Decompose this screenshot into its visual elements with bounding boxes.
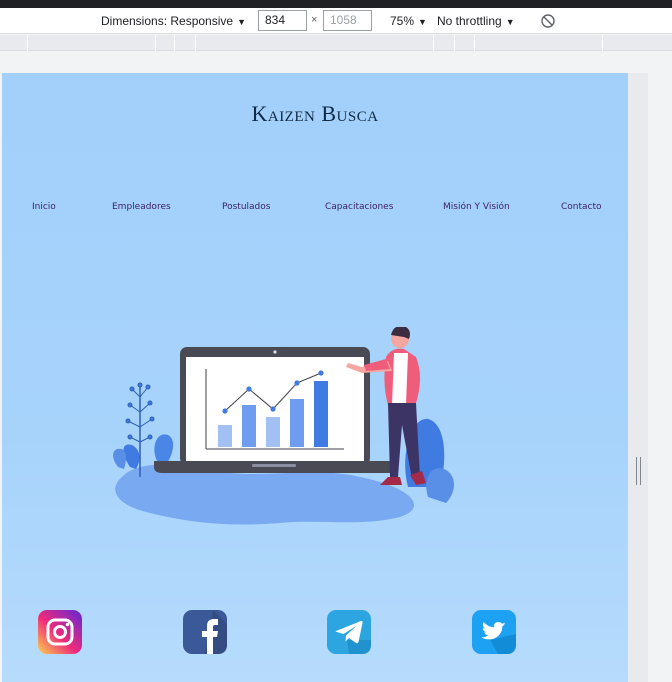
rotate-icon[interactable] xyxy=(540,13,556,29)
device-toolbar: Dimensions: Responsive ▼ 834 × 1058 75% ▼ … xyxy=(0,8,672,34)
nav-link-contacto[interactable]: Contacto xyxy=(561,202,602,212)
caret-down-icon: ▼ xyxy=(505,17,515,27)
hero-illustration xyxy=(113,327,454,525)
twitter-link[interactable] xyxy=(472,610,516,654)
throttling-label: No throttling xyxy=(437,14,502,28)
telegram-icon xyxy=(327,610,371,654)
caret-down-icon: ▼ xyxy=(418,17,427,27)
zoom-dropdown[interactable]: 75% ▼ xyxy=(390,13,427,30)
nav-link-empleadores[interactable]: Empleadores xyxy=(112,202,171,212)
caret-down-icon: ▼ xyxy=(237,17,246,27)
twitter-icon xyxy=(472,610,516,654)
nav-link-mision-vision[interactable]: Misión Y Visión xyxy=(443,202,510,212)
nav-link-inicio[interactable]: Inicio xyxy=(32,202,56,212)
facebook-icon xyxy=(183,610,227,654)
instagram-icon xyxy=(38,610,82,654)
dimensions-dropdown[interactable]: Dimensions: Responsive ▼ xyxy=(101,13,246,30)
height-input[interactable]: 1058 xyxy=(323,10,372,31)
throttling-dropdown[interactable]: No throttling ▼ xyxy=(437,13,515,30)
media-query-ruler[interactable] xyxy=(0,35,672,51)
width-input[interactable]: 834 xyxy=(258,10,307,31)
times-icon: × xyxy=(311,14,318,26)
telegram-link[interactable] xyxy=(327,610,371,654)
zoom-label: 75% xyxy=(390,14,415,28)
browser-top-strip xyxy=(0,0,672,8)
page-viewport: Kaizen Busca Inicio Empleadores Postulad… xyxy=(2,73,628,682)
nav-link-capacitaciones[interactable]: Capacitaciones xyxy=(325,202,393,212)
site-title: Kaizen Busca xyxy=(251,101,379,126)
facebook-link[interactable] xyxy=(183,610,227,654)
resize-handle[interactable] xyxy=(636,457,641,485)
instagram-link[interactable] xyxy=(38,610,82,654)
nav-link-postulados[interactable]: Postulados xyxy=(222,202,270,212)
dimensions-label: Dimensions: Responsive xyxy=(101,14,234,28)
viewport-side-panel xyxy=(628,73,648,682)
